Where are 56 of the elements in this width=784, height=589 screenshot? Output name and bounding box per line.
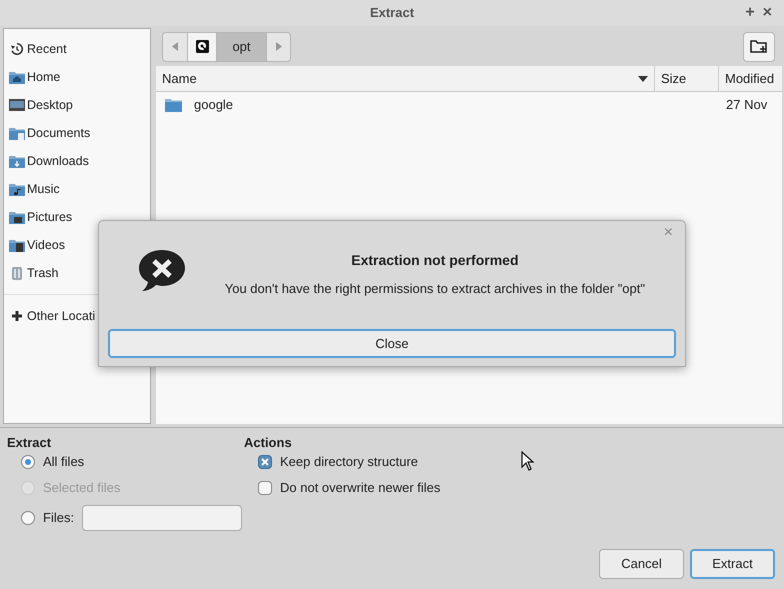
radio-label: All files — [43, 453, 84, 472]
picture-folder-icon — [8, 209, 26, 225]
new-folder-button[interactable] — [743, 32, 775, 62]
mouse-cursor-icon — [521, 451, 534, 471]
document-folder-icon — [8, 125, 26, 141]
window-title: Extract — [370, 4, 414, 22]
column-header[interactable]: Name — [156, 66, 654, 91]
history-icon — [10, 42, 24, 56]
monitor-icon — [8, 97, 26, 113]
column-header[interactable]: Modified — [718, 66, 782, 91]
trash-icon — [10, 265, 24, 281]
maximize-button[interactable]: + — [745, 5, 755, 21]
files-field[interactable] — [82, 505, 242, 531]
close-dialog-button[interactable]: Close — [108, 329, 676, 358]
drive-icon — [194, 39, 210, 54]
radio-label: Files: — [43, 509, 74, 528]
error-bubble-icon — [136, 248, 187, 294]
radio-button[interactable] — [21, 455, 35, 469]
right-arrow-icon — [276, 42, 282, 51]
extract-button[interactable]: Extract — [690, 549, 775, 579]
radio-label: Selected files — [43, 479, 120, 498]
home-folder-icon — [8, 69, 26, 85]
sidebar-item[interactable]: Downloads — [4, 147, 150, 175]
dialog-title: Extraction not performed — [351, 251, 518, 270]
checkbox[interactable] — [258, 455, 272, 469]
sidebar-item[interactable]: Home — [4, 63, 150, 91]
sidebar-item[interactable]: Trash — [4, 259, 150, 287]
modified-date: 27 Nov — [726, 97, 768, 112]
file-row[interactable]: google 27 Nov — [156, 92, 782, 118]
section-heading: Actions — [244, 434, 293, 451]
close-button[interactable]: × — [762, 5, 772, 21]
sidebar-item[interactable]: Recent — [4, 35, 150, 63]
video-folder-icon — [8, 237, 26, 253]
sidebar-item[interactable]: Videos — [4, 231, 150, 259]
checkbox[interactable] — [258, 481, 272, 495]
new-folder-icon — [750, 39, 768, 54]
dialog-message: You don't have the right permissions to extract archives in the folder "opt" — [224, 280, 645, 298]
cancel-button[interactable]: Cancel — [599, 549, 684, 579]
drive-button[interactable] — [187, 32, 216, 60]
path-button[interactable]: opt — [216, 32, 266, 60]
column-header[interactable]: Size — [654, 66, 718, 91]
download-folder-icon — [8, 153, 26, 169]
left-arrow-icon — [172, 42, 178, 51]
sidebar-item[interactable]: Desktop — [4, 91, 150, 119]
folder-icon — [165, 98, 182, 112]
sidebar-item[interactable]: Pictures — [4, 203, 150, 231]
checkbox-label: Do not overwrite newer files — [280, 479, 440, 498]
music-folder-icon — [8, 181, 26, 197]
sidebar-item[interactable]: Music — [4, 175, 150, 203]
sidebar-item[interactable]: Documents — [4, 119, 150, 147]
radio-button[interactable] — [21, 511, 35, 525]
section-heading: Extract — [7, 434, 52, 451]
sidebar-item[interactable]: Other Locati — [4, 302, 150, 330]
file-name: google — [194, 96, 234, 114]
plus-icon — [10, 310, 22, 322]
checkbox-label: Keep directory structure — [280, 453, 418, 472]
